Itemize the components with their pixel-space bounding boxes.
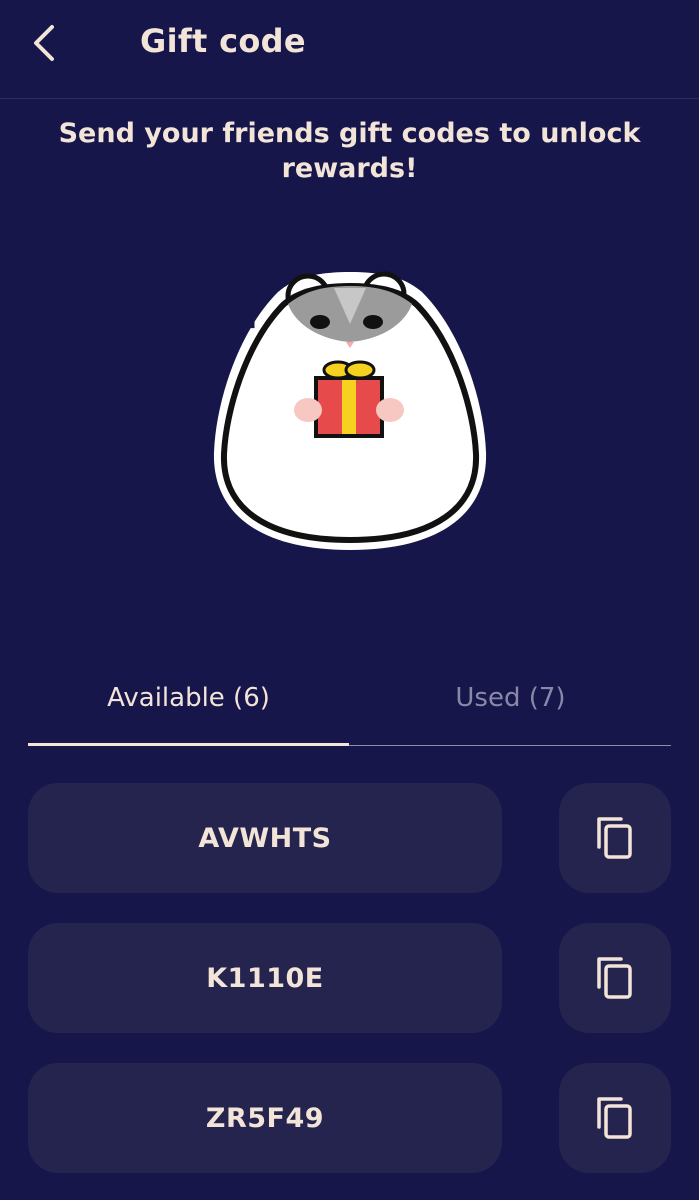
copy-icon [597,957,632,999]
copy-button[interactable] [559,1063,671,1173]
code-tabs: Available (6) Used (7) [28,655,671,746]
page-title: Gift code [140,22,306,60]
subtitle: Send your friends gift codes to unlock r… [58,118,641,184]
active-tab-indicator [28,743,349,746]
code-row: AVWHTS [28,783,671,893]
code-row: K1110E [28,923,671,1033]
tab-available[interactable]: Available (6) [28,655,349,741]
code-row: ZR5F49 [28,1063,671,1173]
header: Gift code [0,0,699,99]
gift-code: AVWHTS [28,783,502,893]
gift-code-screen: Gift code Send your friends gift codes t… [0,0,699,1200]
copy-icon [597,817,632,859]
gift-code: ZR5F49 [28,1063,502,1173]
copy-icon [597,1097,632,1139]
back-button[interactable] [22,20,68,66]
chevron-left-icon [34,25,54,61]
copy-button[interactable] [559,783,671,893]
copy-button[interactable] [559,923,671,1033]
gift-code: K1110E [28,923,502,1033]
tab-used[interactable]: Used (7) [350,655,671,741]
hamster-holding-gift-icon [208,262,492,556]
